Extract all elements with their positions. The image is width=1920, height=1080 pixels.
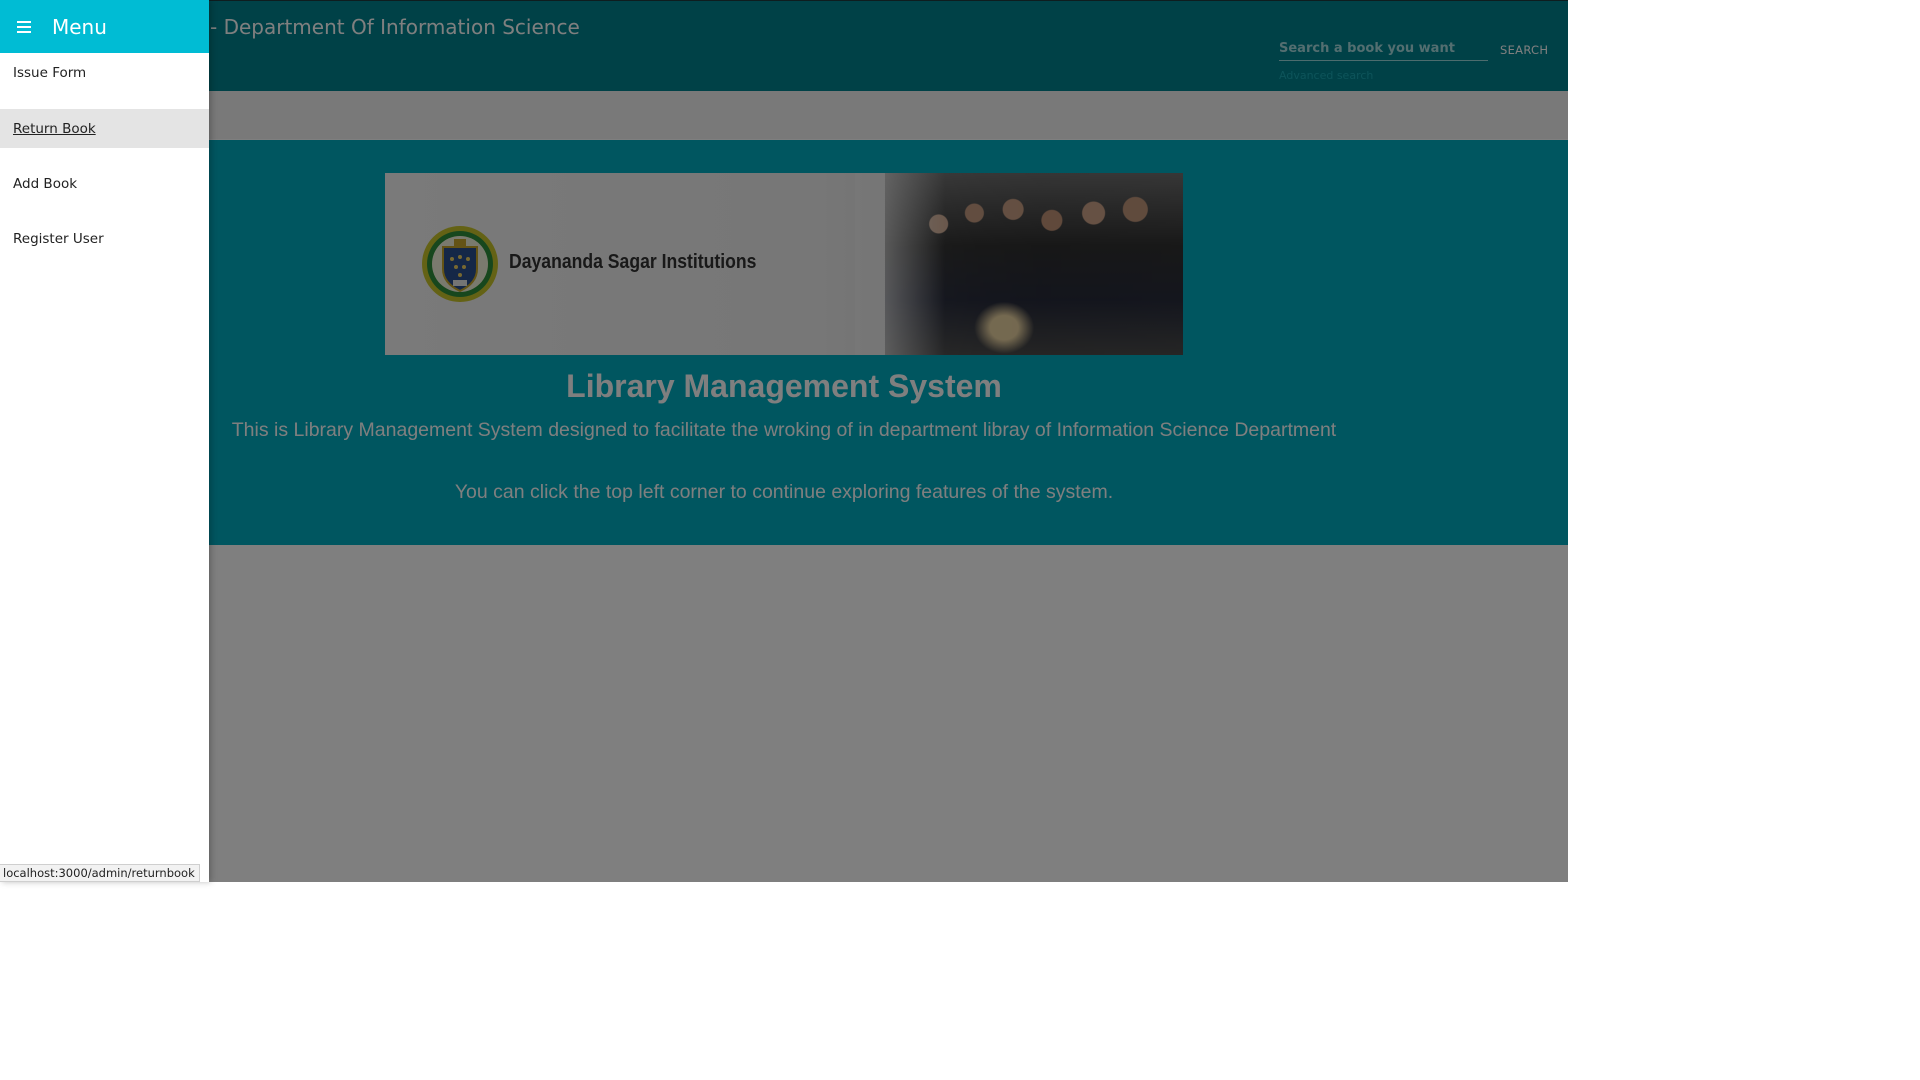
link-status-url: localhost:3000/admin/returnbook [0, 864, 200, 882]
drawer-header: Menu [0, 0, 209, 53]
navigation-drawer: Menu Issue Form Return Book Add Book Reg… [0, 0, 209, 882]
drawer-scrim[interactable] [0, 0, 1568, 882]
menu-item-return-book[interactable]: Return Book [0, 109, 209, 148]
drawer-title: Menu [52, 14, 107, 39]
menu-item-register-user[interactable]: Register User [0, 219, 209, 258]
menu-item-issue-form[interactable]: Issue Form [0, 53, 209, 93]
menu-item-add-book[interactable]: Add Book [0, 164, 209, 203]
drawer-menu: Issue Form Return Book Add Book Register… [0, 53, 209, 258]
menu-icon[interactable] [17, 20, 35, 34]
